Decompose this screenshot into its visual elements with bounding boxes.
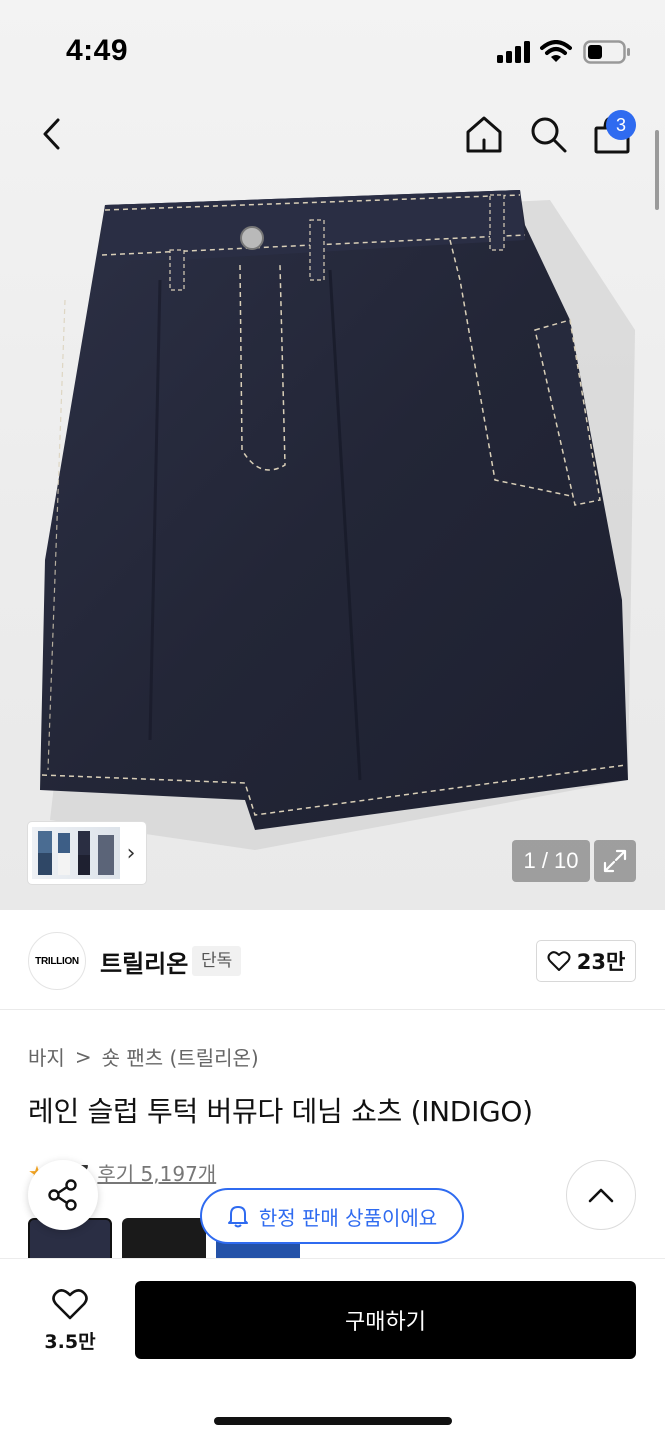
brand-row: TRILLION 트릴리온 단독 23만 <box>0 910 665 1010</box>
scroll-indicator <box>655 130 659 210</box>
breadcrumb-separator: > <box>74 1044 92 1069</box>
wishlist-button[interactable]: 3.5만 <box>30 1287 110 1359</box>
model-thumbnail-image <box>38 831 114 875</box>
thumbnail-preview <box>32 827 120 879</box>
share-icon <box>48 1179 77 1211</box>
wifi-icon <box>540 40 572 62</box>
status-bar: 4:49 <box>0 0 665 100</box>
scroll-to-top-button[interactable] <box>566 1160 636 1230</box>
limited-sale-text: 한정 판매 상품이에요 <box>258 1205 438 1230</box>
limited-sale-notice: 한정 판매 상품이에요 <box>200 1188 464 1244</box>
home-icon <box>466 116 502 153</box>
thumbnail-strip[interactable]: › <box>28 822 146 884</box>
bell-icon <box>227 1206 248 1228</box>
heart-icon <box>547 951 571 971</box>
wishlist-count: 3.5만 <box>44 1331 96 1353</box>
image-counter: 1 / 10 <box>512 840 590 882</box>
brand-logo[interactable]: TRILLION <box>28 932 86 990</box>
review-link[interactable]: 후기 5,197개 <box>97 1158 216 1187</box>
home-indicator <box>214 1417 452 1425</box>
product-title: 레인 슬럽 투턱 버뮤다 데님 쇼츠 (INDIGO) <box>28 1095 533 1128</box>
heart-icon <box>52 1289 88 1320</box>
cart-count-badge: 3 <box>606 110 636 140</box>
brand-like-button[interactable]: 23만 <box>536 940 636 982</box>
home-button[interactable] <box>462 112 506 156</box>
chevron-left-icon <box>43 118 60 150</box>
brand-name[interactable]: 트릴리온 <box>100 944 188 979</box>
breadcrumb-subcategory[interactable]: 숏 팬츠 (트릴리온) <box>102 1042 259 1071</box>
product-gallery[interactable]: 4:49 3 › 1 / 10 <box>0 0 665 910</box>
brand-like-count: 23만 <box>576 950 626 974</box>
breadcrumb-category[interactable]: 바지 <box>28 1042 65 1071</box>
chevron-right-icon: › <box>126 840 136 866</box>
search-button[interactable] <box>526 112 570 156</box>
back-button[interactable] <box>30 112 74 156</box>
expand-button[interactable] <box>594 840 636 882</box>
brand-logo-text: TRILLION <box>35 955 79 967</box>
battery-icon <box>583 40 630 64</box>
exclusive-badge: 단독 <box>192 946 242 976</box>
color-option-black[interactable] <box>122 1218 206 1258</box>
signal-icon <box>497 41 530 63</box>
product-image[interactable] <box>30 180 640 860</box>
buy-button[interactable]: 구매하기 <box>135 1281 636 1359</box>
search-icon <box>531 117 567 153</box>
breadcrumb: 바지 > 숏 팬츠 (트릴리온) <box>28 1042 259 1071</box>
bottom-action-bar: 3.5만 구매하기 <box>0 1258 665 1440</box>
status-time: 4:49 <box>66 34 129 67</box>
expand-icon <box>603 849 627 873</box>
chevron-up-icon <box>588 1188 614 1203</box>
share-button[interactable] <box>28 1160 98 1230</box>
